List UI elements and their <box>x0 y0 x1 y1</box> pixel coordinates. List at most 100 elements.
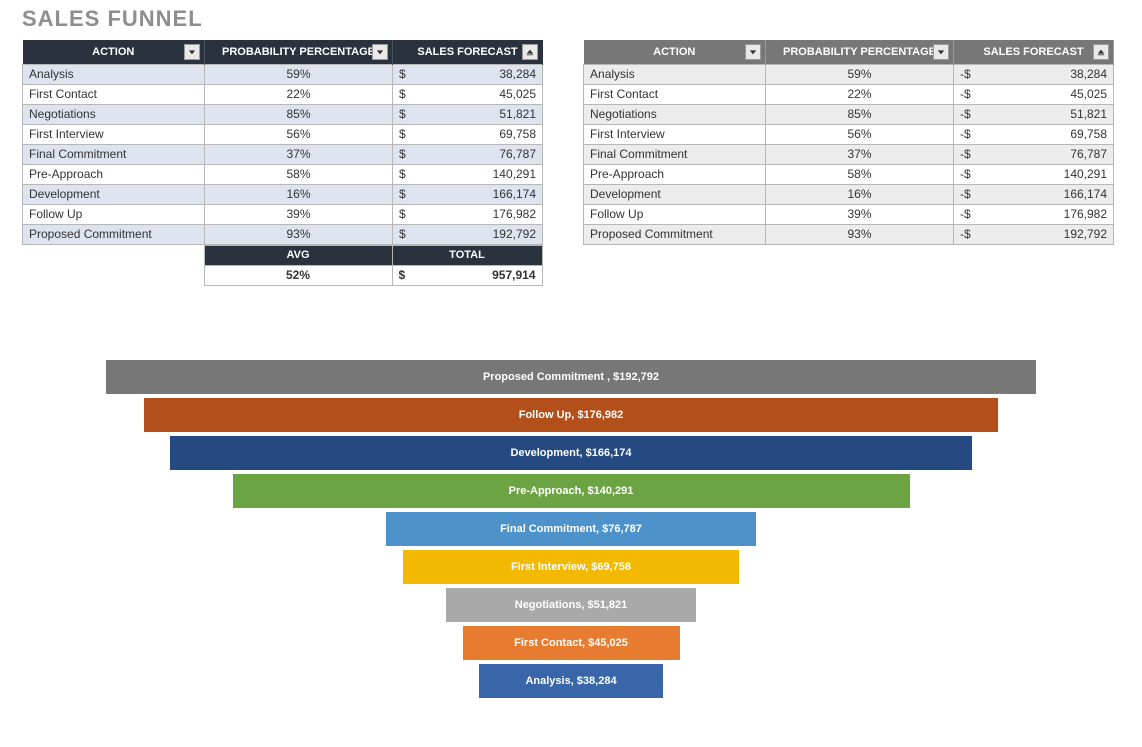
sort-asc-icon[interactable] <box>522 44 538 60</box>
cell-action[interactable]: Negotiations <box>584 105 766 125</box>
cell-probability[interactable]: 58% <box>205 165 393 185</box>
cell-forecast[interactable]: 166,174 <box>978 185 1114 205</box>
cell-forecast[interactable]: 76,787 <box>978 145 1114 165</box>
table-row: Final Commitment37%$76,787 <box>23 145 543 165</box>
col-forecast[interactable]: SALES FORECAST <box>954 40 1114 65</box>
cell-action[interactable]: Follow Up <box>23 205 205 225</box>
cell-probability[interactable]: 59% <box>205 65 393 85</box>
col-probability[interactable]: PROBABILITY PERCENTAGE <box>766 40 954 65</box>
filter-dropdown-icon[interactable] <box>933 44 949 60</box>
col-probability[interactable]: PROBABILITY PERCENTAGE <box>205 40 393 65</box>
cell-probability[interactable]: 56% <box>205 125 393 145</box>
funnel-bar: Pre-Approach, $140,291 <box>233 474 910 508</box>
table-row: First Interview56%-$69,758 <box>584 125 1114 145</box>
footer-total-currency: $ <box>392 266 412 286</box>
cell-action[interactable]: Final Commitment <box>23 145 205 165</box>
table-row: Pre-Approach58%-$140,291 <box>584 165 1114 185</box>
cell-action[interactable]: Negotiations <box>23 105 205 125</box>
sales-funnel-table-right: ACTION PROBABILITY PERCENTAGE <box>583 40 1114 245</box>
cell-forecast[interactable]: 45,025 <box>413 85 543 105</box>
cell-probability[interactable]: 39% <box>766 205 954 225</box>
cell-probability[interactable]: 22% <box>205 85 393 105</box>
cell-forecast[interactable]: 176,982 <box>978 205 1114 225</box>
cell-probability[interactable]: 58% <box>766 165 954 185</box>
cell-probability[interactable]: 93% <box>766 225 954 245</box>
cell-probability[interactable]: 39% <box>205 205 393 225</box>
cell-action[interactable]: Final Commitment <box>584 145 766 165</box>
cell-currency: -$ <box>954 85 978 105</box>
col-probability-label: PROBABILITY PERCENTAGE <box>222 46 375 58</box>
cell-probability[interactable]: 85% <box>766 105 954 125</box>
table-row: Proposed Commitment93%$192,792 <box>23 225 543 245</box>
col-action-label: ACTION <box>92 46 134 58</box>
cell-currency: $ <box>393 85 413 105</box>
cell-action[interactable]: First Interview <box>23 125 205 145</box>
table-row: Follow Up39%-$176,982 <box>584 205 1114 225</box>
filter-dropdown-icon[interactable] <box>745 44 761 60</box>
cell-probability[interactable]: 85% <box>205 105 393 125</box>
table-row: First Interview56%$69,758 <box>23 125 543 145</box>
cell-probability[interactable]: 37% <box>205 145 393 165</box>
cell-currency: -$ <box>954 145 978 165</box>
cell-action[interactable]: Development <box>584 185 766 205</box>
cell-action[interactable]: First Interview <box>584 125 766 145</box>
cell-action[interactable]: Proposed Commitment <box>23 225 205 245</box>
cell-action[interactable]: Development <box>23 185 205 205</box>
cell-forecast[interactable]: 45,025 <box>978 85 1114 105</box>
sales-funnel-table-left: ACTION PROBABILITY PERCENTAGE <box>22 40 543 245</box>
cell-forecast[interactable]: 69,758 <box>978 125 1114 145</box>
cell-currency: -$ <box>954 185 978 205</box>
cell-forecast[interactable]: 38,284 <box>978 65 1114 85</box>
cell-action[interactable]: Proposed Commitment <box>584 225 766 245</box>
cell-forecast[interactable]: 69,758 <box>413 125 543 145</box>
cell-forecast[interactable]: 140,291 <box>978 165 1114 185</box>
cell-currency: $ <box>393 225 413 245</box>
table-row: First Contact22%-$45,025 <box>584 85 1114 105</box>
cell-action[interactable]: Pre-Approach <box>584 165 766 185</box>
cell-probability[interactable]: 16% <box>766 185 954 205</box>
cell-forecast[interactable]: 38,284 <box>413 65 543 85</box>
col-action[interactable]: ACTION <box>23 40 205 65</box>
filter-dropdown-icon[interactable] <box>184 44 200 60</box>
cell-currency: $ <box>393 185 413 205</box>
footer-total-label: TOTAL <box>392 246 542 266</box>
table-row: Development16%-$166,174 <box>584 185 1114 205</box>
cell-action[interactable]: Pre-Approach <box>23 165 205 185</box>
cell-currency: $ <box>393 205 413 225</box>
cell-probability[interactable]: 59% <box>766 65 954 85</box>
table-row: First Contact22%$45,025 <box>23 85 543 105</box>
cell-forecast[interactable]: 192,792 <box>413 225 543 245</box>
cell-forecast[interactable]: 51,821 <box>413 105 543 125</box>
funnel-bar: Analysis, $38,284 <box>479 664 663 698</box>
cell-probability[interactable]: 37% <box>766 145 954 165</box>
footer-avg-label: AVG <box>204 246 392 266</box>
cell-action[interactable]: First Contact <box>584 85 766 105</box>
cell-probability[interactable]: 22% <box>766 85 954 105</box>
cell-forecast[interactable]: 192,792 <box>978 225 1114 245</box>
cell-probability[interactable]: 16% <box>205 185 393 205</box>
cell-forecast[interactable]: 176,982 <box>413 205 543 225</box>
cell-action[interactable]: Follow Up <box>584 205 766 225</box>
table-row: Pre-Approach58%$140,291 <box>23 165 543 185</box>
cell-probability[interactable]: 93% <box>205 225 393 245</box>
filter-dropdown-icon[interactable] <box>372 44 388 60</box>
cell-forecast[interactable]: 166,174 <box>413 185 543 205</box>
cell-forecast[interactable]: 76,787 <box>413 145 543 165</box>
cell-forecast[interactable]: 140,291 <box>413 165 543 185</box>
cell-action[interactable]: Analysis <box>23 65 205 85</box>
cell-forecast[interactable]: 51,821 <box>978 105 1114 125</box>
funnel-bar: Proposed Commitment , $192,792 <box>106 360 1036 394</box>
table-row: Analysis59%$38,284 <box>23 65 543 85</box>
cell-currency: -$ <box>954 225 978 245</box>
col-forecast[interactable]: SALES FORECAST <box>393 40 543 65</box>
cell-currency: $ <box>393 65 413 85</box>
table-row: Analysis59%-$38,284 <box>584 65 1114 85</box>
cell-action[interactable]: Analysis <box>584 65 766 85</box>
footer-avg-value: 52% <box>204 266 392 286</box>
sort-asc-icon[interactable] <box>1093 44 1109 60</box>
col-action[interactable]: ACTION <box>584 40 766 65</box>
cell-probability[interactable]: 56% <box>766 125 954 145</box>
funnel-chart: Proposed Commitment , $192,792Follow Up,… <box>22 356 1120 702</box>
cell-action[interactable]: First Contact <box>23 85 205 105</box>
cell-currency: $ <box>393 125 413 145</box>
